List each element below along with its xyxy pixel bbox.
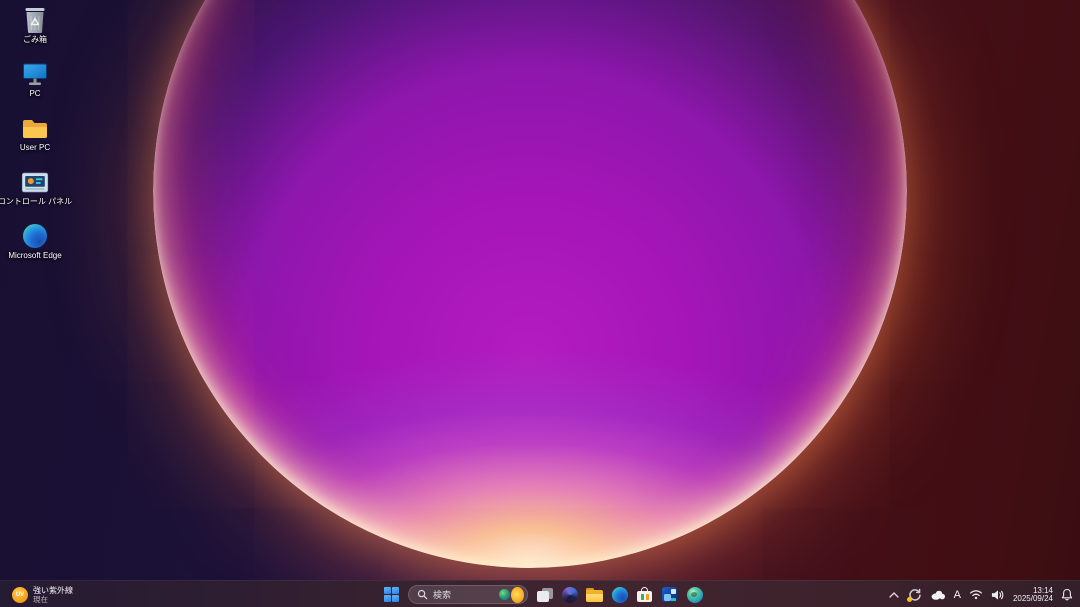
file-explorer-button[interactable] [583, 583, 606, 606]
copilot-button[interactable] [558, 583, 581, 606]
ime-mode-indicator: A [954, 589, 961, 601]
wallpaper-bloom [153, 0, 907, 568]
outlook-icon [662, 587, 677, 602]
outlook-button[interactable] [658, 583, 681, 606]
desktop-icon-edge[interactable]: Microsoft Edge [2, 222, 68, 276]
desktop-icon-label: コントロール パネル [0, 197, 72, 206]
task-view-icon [537, 588, 553, 602]
copilot-icon [562, 587, 578, 603]
globe-app-icon [687, 587, 703, 603]
folder-icon [21, 114, 49, 142]
edge-icon [612, 587, 628, 603]
wifi-icon [969, 589, 983, 600]
chevron-up-icon [889, 592, 899, 598]
desktop-icon-pc[interactable]: PC [2, 60, 68, 114]
warning-badge [907, 597, 912, 602]
widget-subtitle: 現在 [33, 595, 73, 604]
tray-date: 2025/09/24 [1013, 595, 1053, 603]
onedrive-button[interactable] [928, 583, 948, 606]
sync-status-button[interactable] [905, 583, 924, 606]
desktop-icon-label: ごみ箱 [23, 35, 47, 44]
task-view-button[interactable] [533, 583, 556, 606]
clock[interactable]: 13:14 2025/09/24 [1011, 583, 1055, 606]
monitor-icon [21, 60, 49, 88]
desktop-icons-column: ごみ箱 PC [2, 6, 68, 276]
control-panel-icon [21, 168, 49, 196]
folder-icon [586, 588, 603, 602]
notification-center-button[interactable] [1059, 583, 1075, 606]
widgets-button[interactable]: UV 強い紫外線 現在 [4, 581, 81, 607]
windows-logo-icon [384, 587, 399, 602]
system-tray: A 13:14 2025/09/24 [887, 581, 1075, 607]
network-button[interactable] [967, 583, 985, 606]
widget-title: 強い紫外線 [33, 586, 73, 595]
search-icon [417, 589, 428, 600]
desktop: ごみ箱 PC [0, 0, 1080, 607]
taskbar-center: 検索 [380, 581, 706, 607]
recycle-bin-icon [21, 6, 49, 34]
desktop-icon-label: User PC [20, 143, 50, 152]
desktop-icon-recycle-bin[interactable]: ごみ箱 [2, 6, 68, 60]
tray-overflow-button[interactable] [887, 583, 901, 606]
search-box[interactable]: 検索 [408, 585, 528, 604]
ime-mode-button[interactable]: A [952, 583, 963, 606]
globe-app-button[interactable] [683, 583, 706, 606]
desktop-icon-control-panel[interactable]: コントロール パネル [2, 168, 68, 222]
cloud-icon [930, 589, 946, 600]
moon-icon [511, 587, 524, 603]
taskbar: UV 強い紫外線 現在 検索 [0, 580, 1080, 607]
sync-icon [907, 588, 922, 602]
uv-index-icon: UV [12, 587, 28, 603]
edge-button[interactable] [608, 583, 631, 606]
desktop-icon-label: PC [29, 89, 40, 98]
store-button[interactable] [633, 583, 656, 606]
start-button[interactable] [380, 583, 403, 606]
search-placeholder: 検索 [433, 588, 494, 601]
speaker-icon [991, 589, 1005, 601]
widget-text: 強い紫外線 現在 [33, 586, 73, 604]
store-bag-icon [637, 587, 652, 602]
desktop-icon-label: Microsoft Edge [8, 251, 61, 260]
edge-icon [21, 222, 49, 250]
globe-icon [499, 589, 510, 600]
search-highlight-icon[interactable] [499, 587, 524, 603]
desktop-icon-user-pc[interactable]: User PC [2, 114, 68, 168]
bell-icon [1061, 588, 1073, 601]
volume-button[interactable] [989, 583, 1007, 606]
